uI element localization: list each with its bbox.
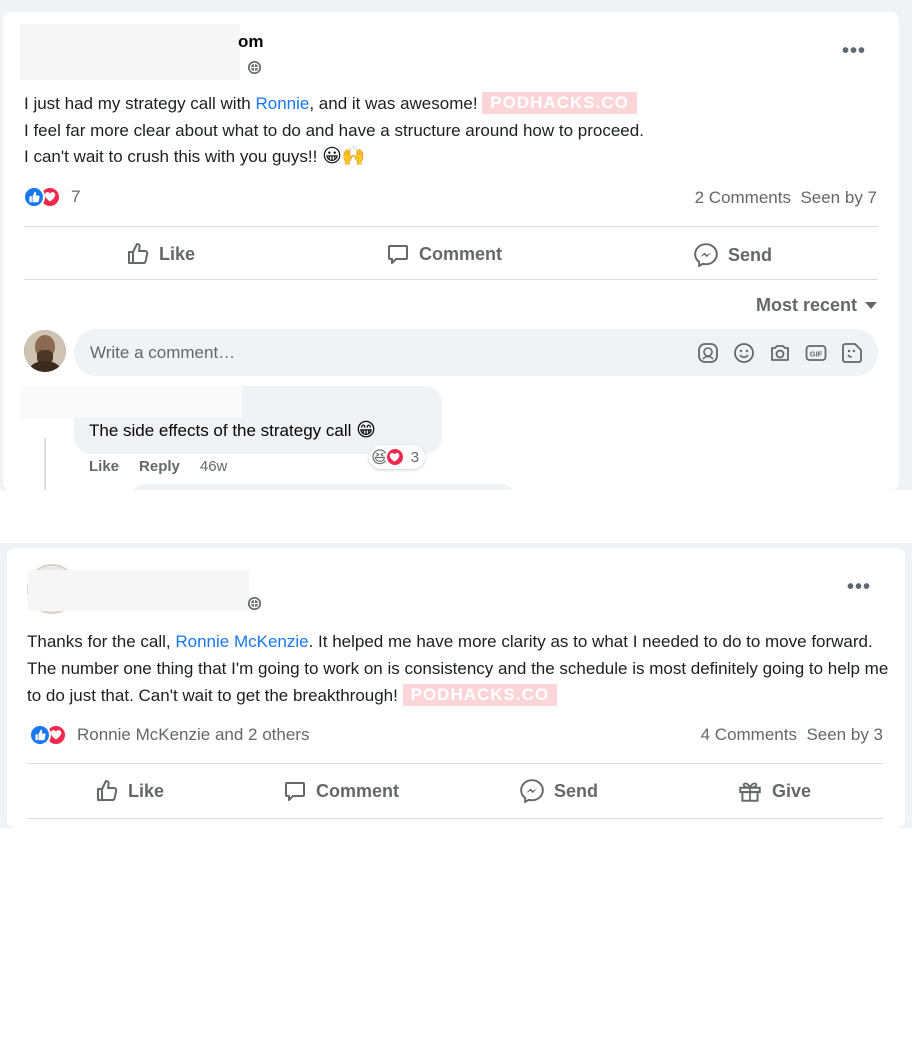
messenger-icon xyxy=(694,243,718,268)
comment-icon xyxy=(388,245,408,264)
current-user-avatar[interactable] xyxy=(24,330,66,372)
comment-text: The side effects of the strategy call 😁 xyxy=(89,421,376,441)
gift-icon xyxy=(739,782,761,802)
reaction-names: Ronnie McKenzie and 2 others xyxy=(77,725,310,744)
mention-ronnie[interactable]: Ronnie xyxy=(255,94,309,113)
comment-reply-link[interactable]: Reply xyxy=(139,458,180,475)
post-stats: 2 Comments Seen by 7 xyxy=(695,188,877,208)
grin-emoji: 😁 xyxy=(356,420,376,441)
caret-down-icon xyxy=(865,302,877,309)
svg-text:GIF: GIF xyxy=(810,350,823,359)
love-reaction-icon xyxy=(384,447,405,467)
emoji: 😀🙌 xyxy=(322,146,366,167)
post-text-line1-end: , and it was awesome! xyxy=(309,94,478,113)
redacted-author-area xyxy=(20,24,240,80)
send-button[interactable]: Send xyxy=(693,242,772,268)
give-label: Give xyxy=(772,780,812,801)
sticker-icon[interactable] xyxy=(840,341,864,365)
post-card-2: ••• Thanks for the call, Ronnie McKenzie… xyxy=(7,548,905,828)
give-button[interactable]: Give xyxy=(737,778,811,804)
watermark: PODHACKS.CO xyxy=(402,684,558,706)
comment-reactions[interactable]: 😆 3 xyxy=(369,445,426,469)
post-card-1: om ••• I just had my strategy call with … xyxy=(3,12,899,490)
post-text-line1: I just had my strategy call with xyxy=(24,94,256,113)
comment-sort-dropdown[interactable]: Most recent xyxy=(756,295,877,316)
comment-text-content: The side effects of the strategy call xyxy=(89,421,352,440)
camera-icon[interactable] xyxy=(768,341,792,365)
post-text-start: Thanks for the call, xyxy=(27,632,176,651)
post-body: I just had my strategy call with Ronnie,… xyxy=(24,91,884,171)
comment-button[interactable]: Comment xyxy=(283,779,399,803)
like-button[interactable]: Like xyxy=(126,242,195,266)
comment-meta: Like Reply 46w xyxy=(89,458,227,475)
post-options-icon[interactable]: ••• xyxy=(847,577,871,597)
like-reaction-icon xyxy=(23,186,45,208)
post-body: Thanks for the call, Ronnie McKenzie. It… xyxy=(27,628,897,709)
send-label: Send xyxy=(728,244,773,265)
like-label: Like xyxy=(128,780,165,801)
composer-tools: GIF xyxy=(696,341,864,365)
emoji-icon[interactable] xyxy=(732,341,756,365)
comment-reaction-count: 3 xyxy=(410,448,420,466)
privacy-globe-icon[interactable] xyxy=(247,596,262,611)
seen-by[interactable]: Seen by 7 xyxy=(800,188,877,207)
reaction-count: 7 xyxy=(71,187,81,206)
like-reaction-icon xyxy=(29,724,51,746)
messenger-icon xyxy=(520,779,544,804)
author-name-fragment[interactable]: om xyxy=(238,32,264,52)
mention-ronnie-mckenzie[interactable]: Ronnie McKenzie xyxy=(175,632,308,651)
post-options-icon[interactable]: ••• xyxy=(842,41,866,61)
comment-label: Comment xyxy=(419,243,503,264)
send-label: Send xyxy=(554,780,599,801)
gif-icon[interactable]: GIF xyxy=(804,341,828,365)
comments-count[interactable]: 4 Comments xyxy=(701,725,797,744)
comment-timestamp[interactable]: 46w xyxy=(200,458,228,475)
redacted-commenter-name xyxy=(20,386,242,418)
divider xyxy=(24,226,878,227)
redacted-author-area xyxy=(28,570,249,611)
comment-input[interactable] xyxy=(90,341,650,365)
watermark: PODHACKS.CO xyxy=(482,92,637,114)
post-stats: 4 Comments Seen by 3 xyxy=(701,725,883,745)
send-button[interactable]: Send xyxy=(519,778,598,804)
comment-like-link[interactable]: Like xyxy=(89,458,119,475)
comment-composer[interactable]: GIF xyxy=(74,329,878,376)
sort-label: Most recent xyxy=(755,295,857,315)
like-button[interactable]: Like xyxy=(95,779,164,803)
like-icon xyxy=(97,780,118,801)
reply-bubble-partial xyxy=(128,484,518,490)
post-text-line2: I feel far more clear about what to do a… xyxy=(24,120,644,140)
reaction-summary[interactable]: 7 xyxy=(23,186,80,208)
comments-count[interactable]: 2 Comments xyxy=(695,188,791,207)
thread-line xyxy=(44,438,46,490)
post-text-line3: I can't wait to crush this with you guys… xyxy=(24,147,318,166)
divider xyxy=(24,279,878,280)
comment-button[interactable]: Comment xyxy=(386,242,502,266)
divider xyxy=(27,818,883,819)
seen-by[interactable]: Seen by 3 xyxy=(806,725,883,744)
avatar-sticker-icon[interactable] xyxy=(696,341,720,365)
divider xyxy=(27,763,883,764)
like-label: Like xyxy=(159,243,196,264)
reaction-summary[interactable]: Ronnie McKenzie and 2 others xyxy=(29,724,309,746)
privacy-globe-icon[interactable] xyxy=(247,60,262,75)
like-icon xyxy=(128,243,149,264)
comment-label: Comment xyxy=(316,780,400,801)
comment-icon xyxy=(285,782,305,801)
